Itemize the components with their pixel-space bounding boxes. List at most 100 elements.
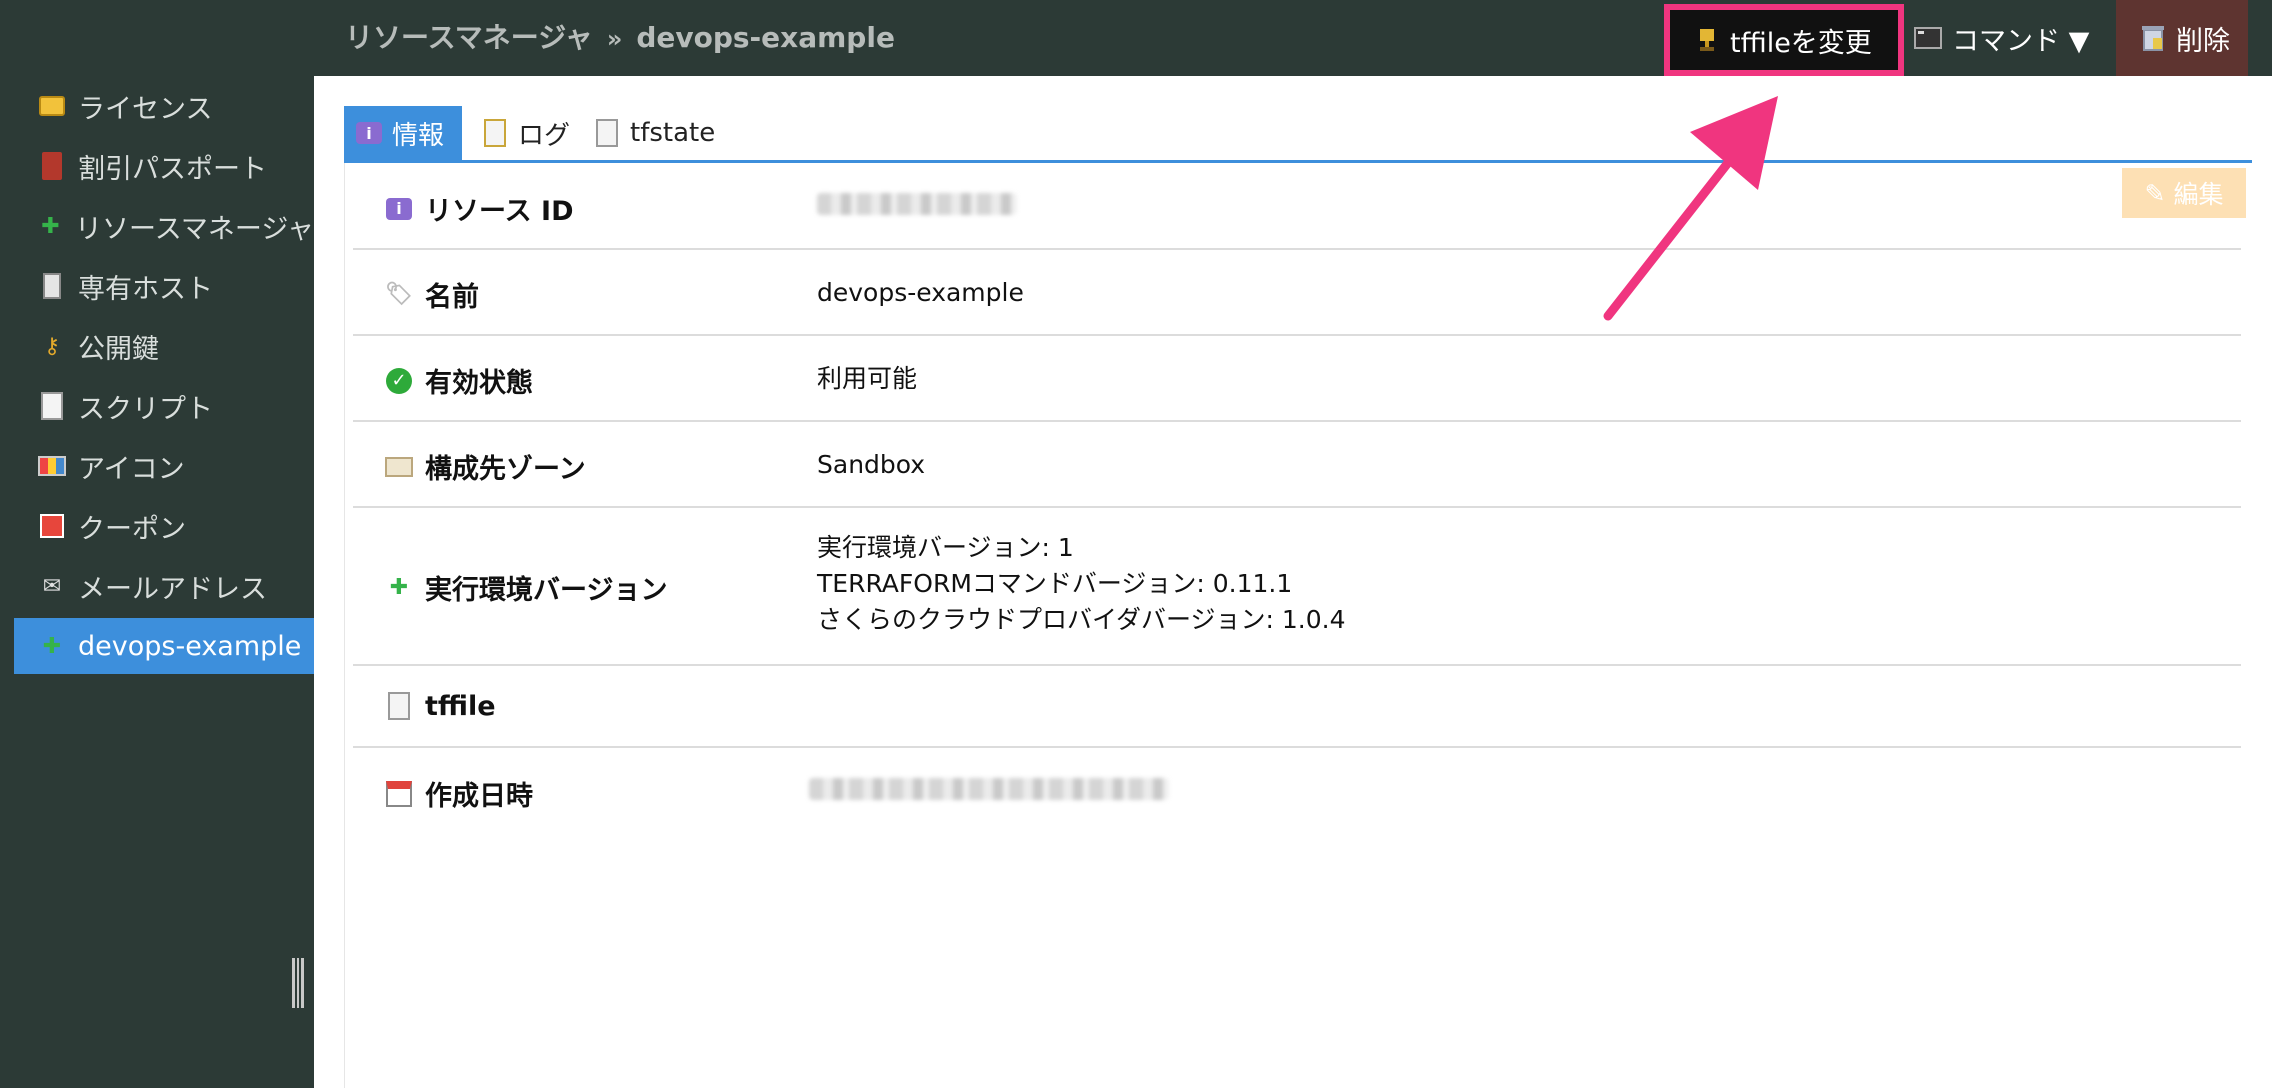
sidebar-item-devops-example[interactable]: ✚ devops-example	[14, 618, 314, 674]
document-icon	[36, 390, 68, 422]
zone-value: Sandbox	[817, 450, 926, 479]
main-content: i 情報 ログ tfstate i リソース ID 🏷 名前 devops-ex…	[314, 76, 2272, 1088]
detail-row-zone: 構成先ゾーン Sandbox	[353, 422, 2241, 508]
created-at-value	[809, 774, 1169, 810]
icons-icon	[36, 450, 68, 482]
availability-label: 有効状態	[425, 368, 533, 399]
detail-row-availability: ✓ 有効状態 利用可能	[353, 336, 2241, 422]
name-label-group: 🏷 名前	[383, 275, 479, 314]
sidebar-item-mail-address[interactable]: ✉ メールアドレス	[14, 558, 314, 614]
availability-value: 利用可能	[817, 364, 918, 393]
tab-info[interactable]: i 情報	[344, 106, 462, 160]
created-at-label-group: 作成日時	[383, 774, 533, 813]
pencil-icon: ✎	[2144, 178, 2166, 208]
sidebar-item-label: 公開鍵	[78, 333, 159, 365]
tab-label: 情報	[392, 120, 445, 151]
sidebar-item-public-key[interactable]: ⚷ 公開鍵	[14, 318, 314, 374]
passport-icon	[36, 150, 68, 182]
puzzle-icon: ✚	[42, 633, 62, 659]
breadcrumb-separator: »	[606, 25, 623, 53]
info-icon: i	[383, 193, 415, 225]
breadcrumb: リソースマネージャ » devops-example	[345, 18, 895, 58]
edit-label: 編集	[2173, 180, 2224, 209]
breadcrumb-parent[interactable]: リソースマネージャ	[345, 21, 593, 54]
detail-row-name: 🏷 名前 devops-example	[353, 250, 2241, 336]
zone-icon	[383, 451, 415, 483]
resource-id-label: リソース ID	[425, 196, 574, 227]
sidebar-item-license[interactable]: ライセンス	[14, 78, 314, 134]
sidebar-item-label: メールアドレス	[78, 573, 267, 605]
terminal-icon	[1912, 23, 1944, 53]
sidebar-item-icon[interactable]: アイコン	[14, 438, 314, 494]
detail-row-created-at: 作成日時	[353, 748, 2241, 834]
change-tffile-label: tffileを変更	[1730, 27, 1872, 59]
document-icon	[383, 690, 415, 722]
key-icon: ⚷	[43, 333, 61, 359]
trash-icon	[2138, 23, 2168, 53]
edit-button[interactable]: ✎ 編集	[2122, 168, 2246, 218]
license-icon	[36, 90, 68, 122]
details-panel: i リソース ID 🏷 名前 devops-example ✓ 有効状態 利用可…	[344, 163, 2261, 1088]
puzzle-icon: ✚	[389, 575, 409, 600]
sidebar-item-coupon[interactable]: クーポン	[14, 498, 314, 554]
puzzle-icon: ✚	[41, 213, 60, 239]
sidebar-item-dedicated-host[interactable]: 専有ホスト	[14, 258, 314, 314]
resource-id-value	[817, 189, 1017, 225]
runtime-line: 実行環境バージョン: 1	[817, 533, 1074, 562]
tab-log[interactable]: ログ	[470, 106, 580, 160]
tab-bar: i 情報 ログ tfstate	[344, 106, 2252, 163]
tffile-label-group: tffile	[383, 690, 496, 722]
command-menu-button[interactable]: コマンド ▼	[1912, 0, 2089, 76]
check-circle-icon: ✓	[383, 365, 415, 397]
sidebar: ライセンス 割引パスポート ✚ リソースマネージャ 専有ホスト ⚷ 公開鍵 スク…	[0, 76, 314, 1088]
sidebar-item-label: クーポン	[78, 513, 186, 545]
detail-row-resource-id: i リソース ID	[353, 163, 2241, 250]
runtime-line: TERRAFORMコマンドバージョン: 0.11.1	[817, 569, 1293, 598]
breadcrumb-current: devops-example	[636, 21, 895, 54]
tag-icon: 🏷	[385, 282, 413, 307]
tffile-label: tffile	[425, 690, 496, 722]
command-menu-label: コマンド ▼	[1952, 25, 2090, 57]
zone-label: 構成先ゾーン	[425, 454, 586, 485]
tab-tfstate[interactable]: tfstate	[582, 106, 725, 160]
delete-button[interactable]: 削除	[2116, 0, 2248, 76]
log-icon	[480, 118, 510, 148]
availability-label-group: ✓ 有効状態	[383, 361, 533, 400]
created-at-redacted	[809, 778, 1169, 800]
runtime-label: 実行環境バージョン	[425, 575, 668, 606]
server-icon	[36, 270, 68, 302]
delete-label: 削除	[2176, 25, 2230, 57]
tab-label: tfstate	[630, 118, 716, 148]
sidebar-item-label: リソースマネージャ	[75, 213, 314, 245]
created-at-label: 作成日時	[425, 781, 533, 812]
runtime-label-group: ✚ 実行環境バージョン	[383, 568, 668, 607]
change-tffile-button[interactable]: tffileを変更	[1664, 4, 1904, 76]
runtime-line: さくらのクラウドプロバイダバージョン: 1.0.4	[817, 605, 1346, 634]
sidebar-item-discount-passport[interactable]: 割引パスポート	[14, 138, 314, 194]
mail-icon: ✉	[42, 573, 62, 599]
resource-id-label-group: i リソース ID	[383, 189, 574, 228]
name-value: devops-example	[817, 278, 1024, 307]
detail-row-tffile: tffile	[353, 666, 2241, 748]
gift-icon	[36, 510, 68, 542]
sidebar-item-label: 専有ホスト	[78, 273, 213, 305]
trophy-icon	[1692, 25, 1722, 55]
tab-label: ログ	[518, 120, 571, 151]
sidebar-item-label: アイコン	[78, 453, 185, 485]
calendar-icon	[383, 778, 415, 810]
name-label: 名前	[425, 282, 479, 313]
info-icon: i	[354, 118, 384, 148]
detail-row-runtime-version: ✚ 実行環境バージョン 実行環境バージョン: 1 TERRAFORMコマンドバー…	[353, 508, 2241, 666]
sidebar-item-label: 割引パスポート	[78, 153, 267, 185]
sidebar-item-resource-manager[interactable]: ✚ リソースマネージャ	[14, 198, 314, 254]
zone-label-group: 構成先ゾーン	[383, 447, 586, 486]
sidebar-item-label: devops-example	[78, 630, 302, 662]
sidebar-item-script[interactable]: スクリプト	[14, 378, 314, 434]
document-icon	[592, 118, 622, 148]
sidebar-resize-handle[interactable]	[292, 958, 304, 1008]
sidebar-item-label: ライセンス	[78, 93, 213, 125]
sidebar-item-label: スクリプト	[78, 393, 213, 425]
top-bar: リソースマネージャ » devops-example tffileを変更 コマンド …	[0, 0, 2272, 76]
runtime-value: 実行環境バージョン: 1 TERRAFORMコマンドバージョン: 0.11.1 …	[817, 530, 1345, 638]
resource-id-redacted	[817, 193, 1017, 215]
